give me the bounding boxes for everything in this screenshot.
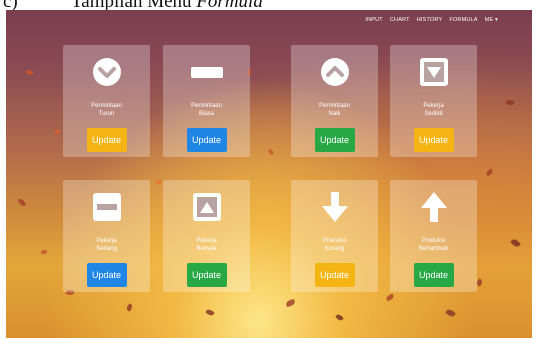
- card-permintaan-naik: Permintaan Naik Update: [291, 45, 378, 157]
- leaf-decoration: [285, 298, 296, 308]
- chevron-down-circle-icon: [90, 55, 124, 89]
- update-button[interactable]: Update: [86, 263, 127, 287]
- card-label: Produksi Kurang: [322, 238, 347, 252]
- arrow-up-icon: [417, 190, 451, 224]
- card-label: Pekerja Banyak: [196, 238, 217, 252]
- card-produksi-kurang: Produksi Kurang Update: [291, 180, 378, 292]
- leaf-decoration: [505, 98, 515, 107]
- update-button[interactable]: Update: [186, 128, 227, 152]
- nav-history[interactable]: HISTORY: [417, 17, 443, 23]
- app-screen: INPUT CHART HISTORY FORMULA ME ▾ Permint…: [6, 10, 532, 338]
- card-produksi-bertambah: Produksi Bertambah Update: [390, 180, 477, 292]
- leaf-decoration: [125, 303, 134, 312]
- update-button[interactable]: Update: [314, 128, 355, 152]
- leaf-decoration: [155, 179, 163, 185]
- minus-square-icon: [90, 190, 124, 224]
- leaf-decoration: [40, 249, 48, 255]
- nav-input[interactable]: INPUT: [365, 17, 383, 23]
- nav-chart[interactable]: CHART: [390, 17, 410, 23]
- card-pekerja-banyak: Pekerja Banyak Update: [163, 180, 250, 292]
- card-label: Permintaan Biasa: [191, 103, 222, 117]
- nav-formula[interactable]: FORMULA: [449, 17, 477, 23]
- card-label: Pekerja Sedikit: [423, 103, 444, 117]
- update-button[interactable]: Update: [413, 263, 454, 287]
- leaf-decoration: [205, 308, 215, 317]
- card-permintaan-biasa: Permintaan Biasa Update: [163, 45, 250, 157]
- top-nav: INPUT CHART HISTORY FORMULA ME ▾: [365, 17, 498, 23]
- leaf-decoration: [17, 197, 27, 208]
- leaf-decoration: [385, 293, 395, 302]
- triangle-up-square-icon: [190, 190, 224, 224]
- update-button[interactable]: Update: [314, 263, 355, 287]
- leaf-decoration: [510, 237, 521, 249]
- leaf-decoration: [485, 168, 494, 177]
- card-pekerja-sedikit: Pekerja Sedikit Update: [390, 45, 477, 157]
- leaf-decoration: [335, 313, 344, 322]
- leaf-decoration: [25, 68, 34, 77]
- card-permintaan-turun: Permintaan Turun Update: [63, 45, 150, 157]
- leaf-decoration: [445, 307, 456, 319]
- update-button[interactable]: Update: [86, 128, 127, 152]
- update-button[interactable]: Update: [413, 128, 454, 152]
- leaf-decoration: [53, 129, 61, 135]
- card-pekerja-sedang: Pekerja Sedang Update: [63, 180, 150, 292]
- update-button[interactable]: Update: [186, 263, 227, 287]
- arrow-down-icon: [318, 190, 352, 224]
- card-label: Permintaan Turun: [91, 103, 122, 117]
- card-label: Permintaan Naik: [319, 103, 350, 117]
- triangle-down-square-icon: [417, 55, 451, 89]
- card-label: Produksi Bertambah: [418, 238, 449, 252]
- chevron-up-circle-icon: [318, 55, 352, 89]
- nav-me-dropdown[interactable]: ME ▾: [485, 17, 498, 23]
- minus-bar-icon: [190, 55, 224, 89]
- card-label: Pekerja Sedang: [96, 238, 117, 252]
- leaf-decoration: [268, 148, 274, 156]
